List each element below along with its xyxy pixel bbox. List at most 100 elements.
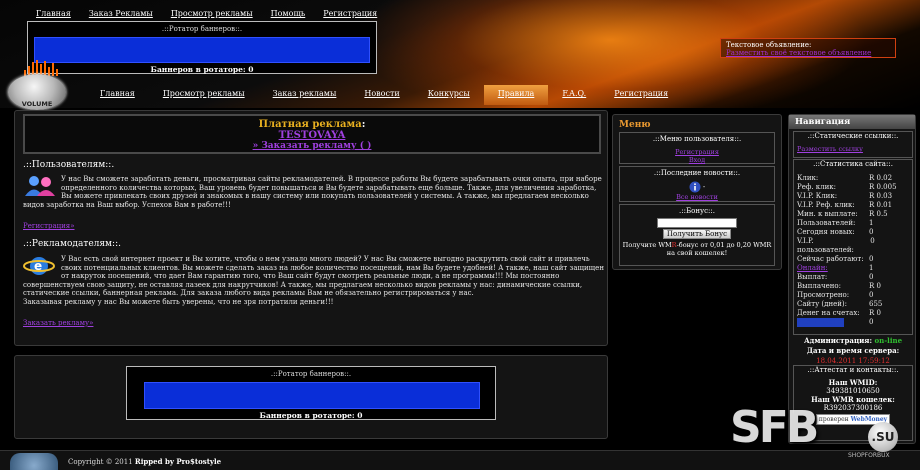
top-nav-order-ads[interactable]: Заказ Рекламы — [89, 9, 153, 18]
stat-row: V.I.P. Клик: R 0.03 — [794, 192, 912, 201]
volume-label: VOLUME — [21, 100, 53, 108]
users-section: У нас Вы сможете заработать деньги, прос… — [23, 175, 605, 209]
menu-contests[interactable]: Конкурсы — [414, 85, 484, 105]
news-box: .::Последние новости::. - Все новости — [619, 166, 775, 202]
advertisers-section: e У Вас есть свой интернет проект и Вы х… — [23, 255, 605, 306]
rotator-banner[interactable] — [34, 37, 370, 63]
order-ads-link[interactable]: Заказать рекламу» — [23, 319, 93, 327]
stat-value: 655 — [869, 300, 883, 308]
stat-value: 0 — [869, 318, 874, 326]
admin-status: on-line — [874, 336, 903, 345]
stat-value: 1 — [869, 219, 874, 227]
news-title: .::Последние новости::. — [653, 169, 741, 177]
user-menu-column: Меню .::Меню пользователя::. Регистрация… — [612, 114, 782, 270]
users-register-link[interactable]: Регистрация» — [23, 222, 75, 230]
wmid-label: Наш WMID: — [828, 378, 878, 387]
rotator-title: .::Ротатор баннеров::. — [270, 370, 352, 378]
stat-label: Мин. к выплате: — [797, 210, 858, 218]
top-nav-help[interactable]: Помощь — [271, 9, 306, 18]
menu-register[interactable]: Регистрация — [600, 85, 682, 105]
main-content: Платная реклама: TESTOVAYA » Заказать ре… — [14, 110, 608, 346]
stat-label[interactable]: Все ведущие — [797, 318, 845, 327]
paid-ad-name[interactable]: TESTOVAYA — [25, 130, 599, 141]
advertisers-title: .::Рекламодателям::. — [23, 239, 121, 249]
advertisers-text2: Заказывая рекламу у нас Вы можете быть у… — [23, 297, 334, 306]
text-ad-box: Текстовое объявление: Разместить своё те… — [720, 38, 896, 58]
header: Главная Заказ Рекламы Просмотр рекламы П… — [0, 0, 920, 110]
footer-copyright: Copyright © 2011 Ripped by Pro$tostyle — [68, 457, 222, 466]
stat-value: 0 — [869, 228, 874, 236]
volume-logo: VOLUME — [6, 60, 68, 110]
top-nav-home[interactable]: Главная — [36, 9, 71, 18]
stat-label: Просмотрено: — [797, 291, 850, 299]
paid-ad-order-link[interactable]: » Заказать рекламу ( ) — [25, 141, 599, 151]
register-link[interactable]: Регистрация — [620, 148, 774, 156]
top-nav: Главная Заказ Рекламы Просмотр рекламы П… — [36, 9, 377, 18]
stat-row: Клик: R 0.02 — [794, 174, 912, 183]
stat-label: V.I.P. Реф. клик: — [797, 201, 855, 209]
stat-value: R 0.5 — [869, 210, 888, 218]
all-news-link[interactable]: Все новости — [620, 193, 774, 201]
stat-label: Пользователей: — [797, 219, 856, 227]
stat-value: 0 — [869, 255, 874, 263]
stat-row: Выплат: 0 — [794, 273, 912, 282]
menu-faq[interactable]: F.A.Q. — [548, 85, 600, 105]
news-dash: - — [702, 183, 706, 191]
menu-news[interactable]: Новости — [350, 85, 413, 105]
stat-value: 1 — [869, 264, 874, 272]
users-text: У нас Вы сможете заработать деньги, прос… — [23, 175, 602, 209]
stat-label: Сайту (дней): — [797, 300, 848, 308]
stat-row: Реф. клик: R 0.005 — [794, 183, 912, 192]
menu-home[interactable]: Главная — [86, 85, 149, 105]
stat-value: R 0 — [869, 309, 881, 317]
watermark-tag: SHOPFORBUX — [848, 452, 890, 459]
bottom-panel: .::Ротатор баннеров::. Баннеров в ротато… — [14, 355, 608, 439]
site-stats-box: .::Статистика сайта::. Клик: R 0.02 Реф. к… — [793, 159, 913, 335]
internet-explorer-icon: e — [23, 257, 55, 275]
stat-row: Все ведущие 0 — [794, 318, 912, 327]
top-nav-view-ads[interactable]: Просмотр рекламы — [171, 9, 253, 18]
paid-ad-box: Платная реклама: TESTOVAYA » Заказать ре… — [23, 114, 601, 154]
login-link[interactable]: Вход — [620, 156, 774, 164]
user-menu-box: .::Меню пользователя::. Регистрация Вход — [619, 132, 775, 164]
place-link-link[interactable]: Разместить ссылку — [794, 145, 912, 153]
top-nav-register[interactable]: Регистрация — [323, 9, 377, 18]
stat-label: Клик: — [797, 174, 819, 182]
stat-label[interactable]: Онлайн: — [797, 264, 828, 273]
menu-order-ads[interactable]: Заказ рекламы — [259, 85, 351, 105]
stat-value: 0 — [869, 291, 874, 299]
stat-row: Онлайн: 1 — [794, 264, 912, 273]
stat-label: V.I.P. пользователей: — [797, 237, 854, 254]
stat-row: Сегодня новых: 0 — [794, 228, 912, 237]
navigation-heading: Навигация — [789, 115, 915, 129]
stat-label: Выплат: — [797, 273, 828, 281]
admin-label: Администрация: — [803, 336, 873, 345]
users-icon — [25, 176, 55, 196]
rotator-banner[interactable] — [144, 382, 480, 409]
bonus-captcha-input[interactable] — [657, 218, 737, 228]
stat-row: Мин. к выплате: R 0.5 — [794, 210, 912, 219]
static-links-box: .::Статические ссылки::. Разместить ссыл… — [793, 131, 913, 158]
bottom-banner-rotator: .::Ротатор баннеров::. Баннеров в ротато… — [126, 366, 496, 420]
stat-value: R 0.02 — [869, 174, 893, 182]
stat-row: Пользователей: 1 — [794, 219, 912, 228]
rotator-title: .::Ротатор баннеров::. — [161, 25, 243, 33]
stat-value: R 0.005 — [869, 183, 897, 191]
stats-list: Клик: R 0.02 Реф. клик: R 0.005 V.I.P. Клик:… — [794, 174, 912, 327]
stat-row: Сайту (дней): 655 — [794, 300, 912, 309]
paid-ad-title: Платная реклама: — [258, 119, 366, 130]
watermark-domain: .SU — [868, 422, 898, 452]
stat-value: R 0.01 — [869, 201, 893, 209]
main-menu: Главная Просмотр рекламы Заказ рекламы Н… — [86, 85, 682, 105]
stat-row: Просмотрено: 0 — [794, 291, 912, 300]
menu-view-ads[interactable]: Просмотр рекламы — [149, 85, 259, 105]
stat-row: V.I.P. пользователей: 0 — [794, 237, 912, 255]
get-bonus-button[interactable]: Получить Бонус — [662, 229, 732, 239]
users-title: .::Пользователям::. — [23, 160, 115, 170]
menu-rules[interactable]: Правила — [483, 85, 549, 105]
stat-value: R 0 — [869, 282, 881, 290]
stat-value: R 0.03 — [869, 192, 893, 200]
rotator-count: Баннеров в ротаторе: 0 — [150, 65, 254, 74]
text-ad-link[interactable]: Разместить своё текстовое объявление — [726, 49, 890, 57]
stat-label: Реф. клик: — [797, 183, 837, 191]
